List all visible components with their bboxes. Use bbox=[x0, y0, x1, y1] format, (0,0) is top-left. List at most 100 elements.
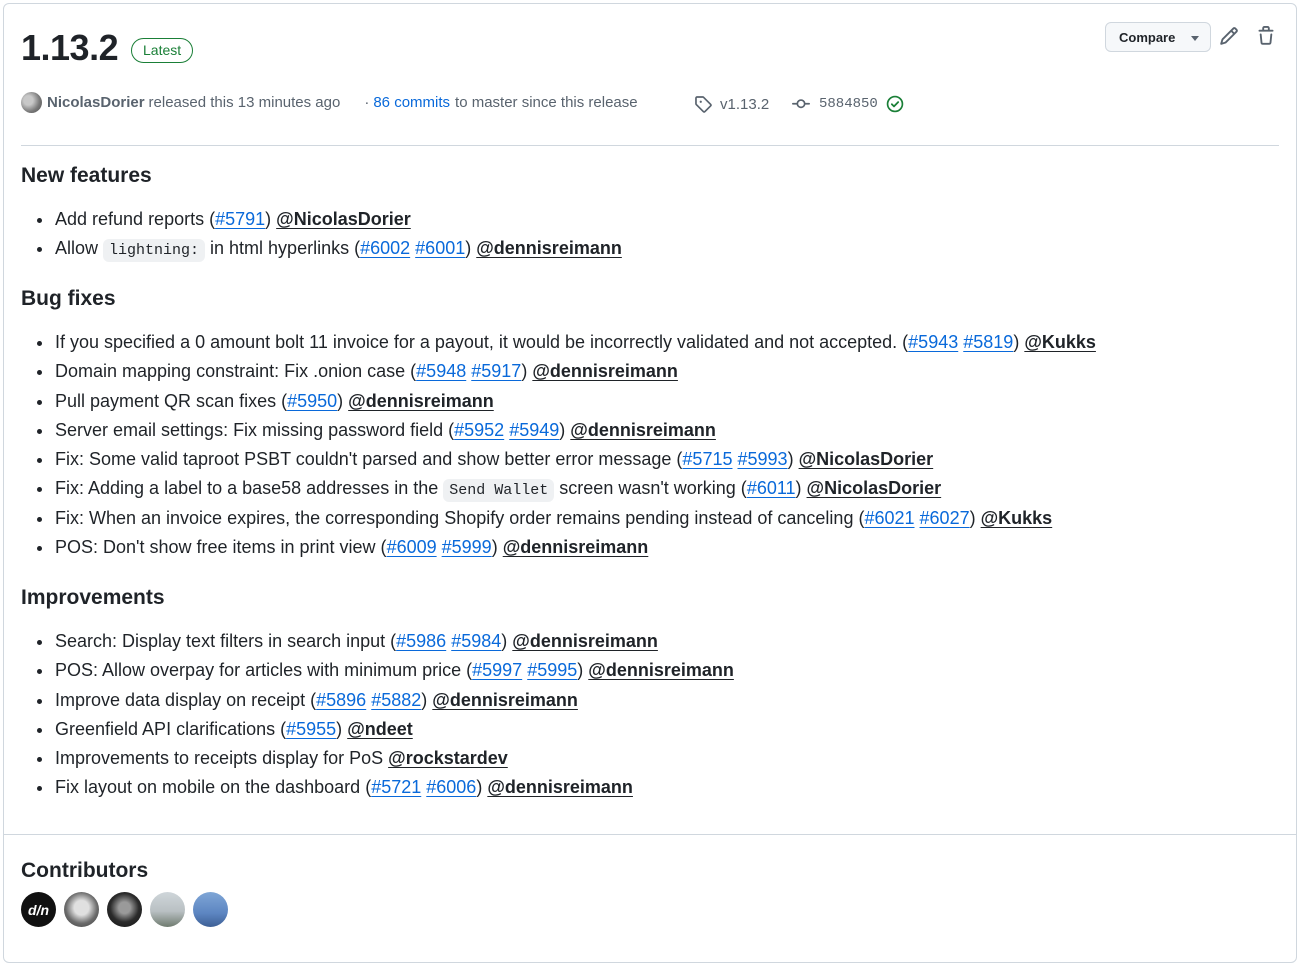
user-mention-link[interactable]: @dennisreimann bbox=[512, 631, 658, 651]
user-mention-link[interactable]: @rockstardev bbox=[388, 748, 508, 768]
pr-link[interactable]: #5721 bbox=[371, 777, 421, 797]
item-text: Domain mapping constraint: Fix .onion ca… bbox=[55, 361, 417, 382]
user-mention-link[interactable]: @Kukks bbox=[1024, 332, 1096, 352]
user-mention-link[interactable]: @dennisreimann bbox=[476, 238, 622, 258]
pr-link[interactable]: #6011 bbox=[747, 478, 796, 498]
list-item: Improve data display on receipt (#5896 #… bbox=[21, 686, 734, 715]
list-item: Search: Display text filters in search i… bbox=[21, 627, 734, 656]
commits-separator: · bbox=[364, 93, 370, 111]
user-mention-link[interactable]: @dennisreimann bbox=[570, 420, 716, 440]
pr-link[interactable]: #5882 bbox=[371, 690, 421, 710]
inline-code: lightning: bbox=[103, 239, 206, 263]
list-item: POS: Don't show free items in print view… bbox=[21, 533, 1096, 562]
contributor-avatar[interactable]: d/n bbox=[21, 892, 56, 927]
contributor-avatar[interactable] bbox=[193, 892, 228, 927]
item-text: Search: Display text filters in search i… bbox=[55, 631, 397, 651]
header-divider bbox=[21, 145, 1279, 146]
item-text: ) bbox=[265, 209, 272, 229]
item-text: Fix: When an invoice expires, the corres… bbox=[55, 507, 865, 528]
pr-link[interactable]: #5993 bbox=[738, 449, 788, 469]
item-text: ) bbox=[336, 718, 343, 739]
contributor-avatar[interactable] bbox=[64, 892, 99, 927]
pr-link[interactable]: #5955 bbox=[286, 719, 336, 739]
inline-code: Send Wallet bbox=[443, 479, 555, 503]
user-mention-link[interactable]: @dennisreimann bbox=[532, 361, 678, 381]
item-text: ) bbox=[787, 449, 794, 470]
release-tag[interactable]: v1.13.2 bbox=[694, 95, 769, 113]
section-divider bbox=[4, 834, 1296, 835]
compare-button[interactable]: Compare bbox=[1105, 22, 1211, 52]
pr-link[interactable]: #5948 bbox=[416, 361, 466, 381]
pr-link[interactable]: #5995 bbox=[527, 660, 577, 680]
release-commit[interactable]: 5884850 bbox=[792, 95, 904, 113]
pencil-icon[interactable] bbox=[1219, 26, 1239, 46]
pr-link[interactable]: #5943 bbox=[908, 332, 958, 352]
pr-link[interactable]: #5986 bbox=[396, 631, 446, 651]
pr-link[interactable]: #5715 bbox=[682, 449, 732, 469]
tag-icon bbox=[695, 96, 712, 113]
item-text: ) bbox=[577, 660, 584, 681]
pr-link[interactable]: #5999 bbox=[442, 537, 492, 557]
release-meta: NicolasDorier released this 13 minutes a… bbox=[21, 90, 638, 114]
pr-link[interactable]: #6001 bbox=[415, 238, 465, 258]
compare-button-label: Compare bbox=[1119, 29, 1176, 45]
user-mention-link[interactable]: @NicolasDorier bbox=[799, 449, 934, 469]
pr-link[interactable]: #6021 bbox=[864, 508, 914, 528]
item-text: ) bbox=[476, 777, 483, 798]
pr-link[interactable]: #5917 bbox=[471, 361, 521, 381]
list-item: Server email settings: Fix missing passw… bbox=[21, 416, 1096, 445]
user-mention-link[interactable]: @dennisreimann bbox=[348, 391, 494, 411]
item-text: Pull payment QR scan fixes ( bbox=[55, 390, 288, 411]
pr-link[interactable]: #6006 bbox=[426, 777, 476, 797]
pr-link[interactable]: #5950 bbox=[287, 391, 337, 411]
user-mention-link[interactable]: @Kukks bbox=[981, 508, 1053, 528]
list-item: Fix: Adding a label to a base58 addresse… bbox=[21, 474, 1096, 503]
user-mention-link[interactable]: @NicolasDorier bbox=[276, 209, 411, 229]
section-title-improvements: Improvements bbox=[21, 586, 165, 609]
item-text: screen wasn't working ( bbox=[554, 478, 747, 499]
user-mention-link[interactable]: @ndeet bbox=[347, 719, 413, 739]
list-item: Fix: Some valid taproot PSBT couldn't pa… bbox=[21, 445, 1096, 474]
list-item: Improvements to receipts display for PoS… bbox=[21, 744, 734, 773]
commits-link[interactable]: 86 commits bbox=[373, 94, 450, 111]
user-mention-link[interactable]: @dennisreimann bbox=[432, 690, 578, 710]
item-text: ) bbox=[521, 361, 528, 382]
release-author[interactable]: NicolasDorier bbox=[47, 94, 145, 111]
pr-link[interactable]: #6027 bbox=[920, 508, 970, 528]
pr-link[interactable]: #5949 bbox=[509, 420, 559, 440]
user-mention-link[interactable]: @dennisreimann bbox=[588, 660, 734, 680]
pr-link[interactable]: #5997 bbox=[472, 660, 522, 680]
avatar[interactable] bbox=[21, 91, 42, 113]
item-text: ) bbox=[465, 238, 472, 259]
pr-link[interactable]: #6009 bbox=[387, 537, 437, 557]
item-text: in html hyperlinks ( bbox=[205, 238, 361, 259]
list-item: Greenfield API clarifications (#5955) @n… bbox=[21, 715, 734, 744]
pr-link[interactable]: #6002 bbox=[360, 238, 410, 258]
pr-link[interactable]: #5819 bbox=[963, 332, 1013, 352]
trash-icon[interactable] bbox=[1256, 26, 1276, 46]
pr-link[interactable]: #5896 bbox=[316, 690, 366, 710]
item-text: Fix: Some valid taproot PSBT couldn't pa… bbox=[55, 449, 683, 470]
latest-badge: Latest bbox=[131, 38, 194, 63]
user-mention-link[interactable]: @dennisreimann bbox=[503, 537, 649, 557]
user-mention-link[interactable]: @dennisreimann bbox=[487, 777, 633, 797]
pr-link[interactable]: #5791 bbox=[215, 209, 265, 229]
item-text: Allow bbox=[55, 238, 104, 259]
item-text: ) bbox=[795, 478, 802, 499]
pr-link[interactable]: #5952 bbox=[454, 420, 504, 440]
item-text: ) bbox=[501, 631, 508, 651]
release-version: 1.13.2 bbox=[21, 27, 119, 68]
commit-sha: 5884850 bbox=[819, 96, 878, 112]
list-item: Fix layout on mobile on the dashboard (#… bbox=[21, 773, 734, 802]
contributors-title: Contributors bbox=[21, 859, 149, 882]
commits-suffix: to master since this release bbox=[455, 93, 638, 111]
item-text: Fix: Adding a label to a base58 addresse… bbox=[55, 478, 444, 499]
pr-link[interactable]: #5984 bbox=[451, 631, 501, 651]
section-title-new-features: New features bbox=[21, 164, 152, 187]
item-text: ) bbox=[1013, 332, 1020, 352]
contributor-avatar[interactable] bbox=[150, 892, 185, 927]
contributor-avatar[interactable] bbox=[107, 892, 142, 927]
user-mention-link[interactable]: @NicolasDorier bbox=[807, 478, 942, 498]
list-item: Fix: When an invoice expires, the corres… bbox=[21, 504, 1096, 533]
item-text: ) bbox=[969, 507, 976, 528]
